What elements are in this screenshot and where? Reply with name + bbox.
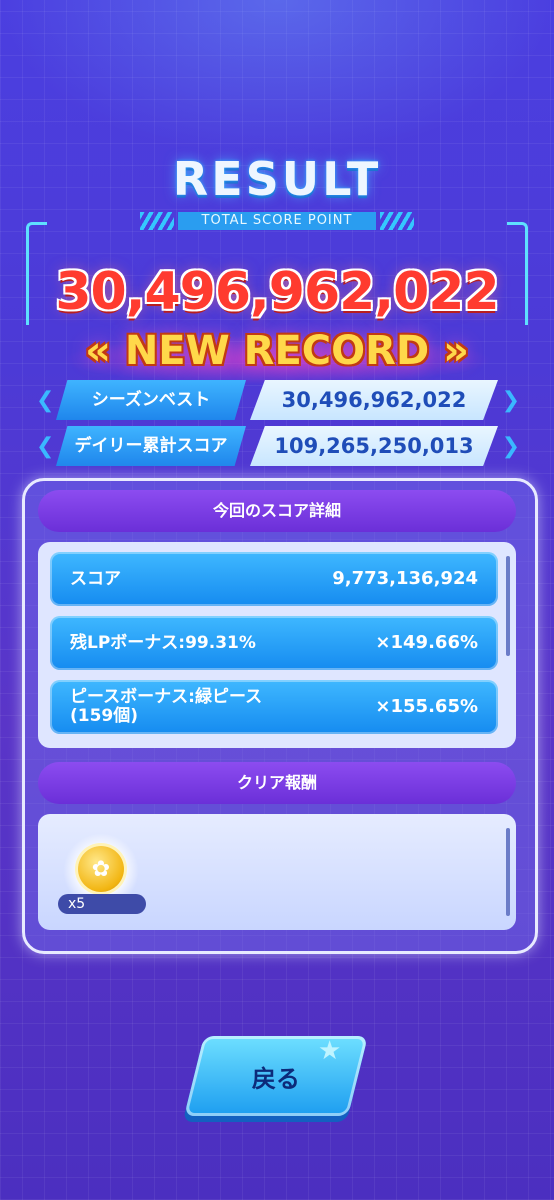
subtitle-bar: TOTAL SCORE POINT: [140, 208, 414, 234]
gold-medal-icon: ✿: [78, 846, 124, 892]
subtitle-text: TOTAL SCORE POINT: [178, 212, 376, 230]
detail-value: 9,773,136,924: [332, 568, 478, 589]
season-best-label: シーズンベスト: [56, 380, 246, 420]
daily-total-value: 109,265,250,013: [250, 426, 498, 466]
reward-scrollbar[interactable]: [506, 828, 510, 916]
chevron-right-icon: ❯: [501, 434, 520, 459]
chevron-right-icon: ❯: [501, 388, 520, 413]
chevron-left-icon: ❮: [36, 388, 55, 413]
background-glow: [0, 0, 554, 160]
detail-row-lp-bonus: 残LPボーナス:99.31% ×149.66%: [50, 616, 498, 670]
season-best-row: ❮ シーズンベスト 30,496,962,022 ❯: [36, 380, 520, 420]
reward-item[interactable]: ✿ x5: [58, 834, 146, 914]
detail-row-piece-bonus: ピースボーナス:緑ピース (159個) ×155.65%: [50, 680, 498, 734]
score-details-list[interactable]: スコア 9,773,136,924 残LPボーナス:99.31% ×149.66…: [38, 542, 516, 748]
back-button-label: 戻る: [252, 1064, 300, 1093]
stripe-decoration-right: [380, 212, 414, 230]
detail-value: ×149.66%: [375, 632, 478, 653]
reward-quantity: x5: [58, 894, 146, 914]
detail-label: ピースボーナス:緑ピース (159個): [70, 687, 263, 726]
daily-total-row: ❮ デイリー累計スコア 109,265,250,013 ❯: [36, 426, 520, 466]
detail-label: 残LPボーナス:99.31%: [70, 632, 256, 653]
daily-total-label: デイリー累計スコア: [56, 426, 246, 466]
total-score: 30,496,962,022: [55, 262, 499, 322]
detail-value: ×155.65%: [375, 696, 478, 717]
season-best-value: 30,496,962,022: [250, 380, 498, 420]
result-title: RESULT: [172, 152, 382, 206]
score-details-header: 今回のスコア詳細: [38, 490, 516, 532]
clear-reward-header: クリア報酬: [38, 762, 516, 804]
chevron-left-icon: ❮: [36, 434, 55, 459]
detail-row-score: スコア 9,773,136,924: [50, 552, 498, 606]
reward-list[interactable]: ✿ x5: [38, 814, 516, 930]
detail-label: スコア: [70, 568, 121, 589]
details-scrollbar[interactable]: [506, 556, 510, 656]
new-record-banner: « NEW RECORD »: [85, 328, 469, 374]
stripe-decoration-left: [140, 212, 174, 230]
star-icon: ★: [318, 1036, 342, 1066]
